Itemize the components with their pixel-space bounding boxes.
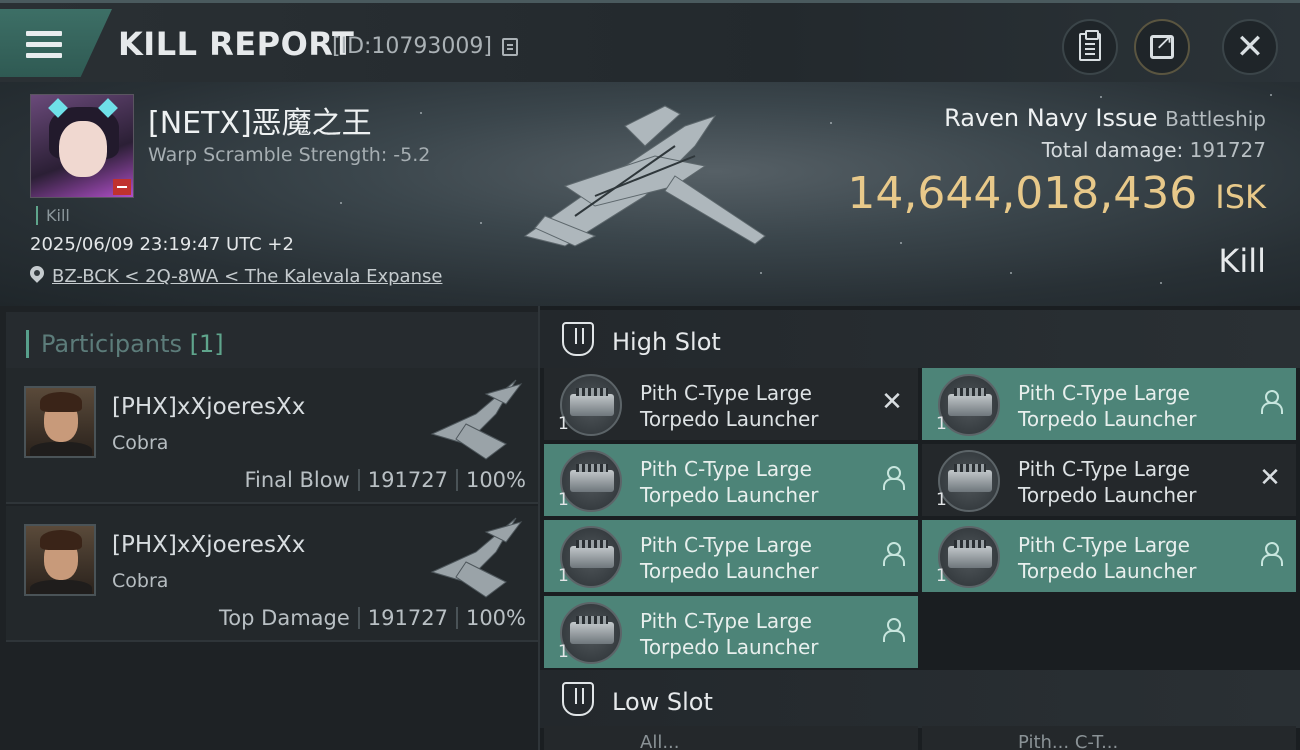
person-icon xyxy=(882,618,905,642)
module-thumbnail xyxy=(938,450,1000,512)
module-thumbnail xyxy=(938,374,1000,436)
module-name: Pith C-Type Large Torpedo Launcher xyxy=(640,533,819,583)
module-thumbnail xyxy=(560,374,622,436)
close-icon: ✕ xyxy=(1235,27,1265,67)
clipboard-icon xyxy=(1079,30,1101,61)
victim-avatar[interactable] xyxy=(30,94,134,198)
x-icon: ✕ xyxy=(1259,463,1281,493)
person-icon xyxy=(1260,542,1283,566)
high-slot-header: High Slot xyxy=(540,310,1300,368)
module-item[interactable]: 1 Pith C-Type Large Torpedo Launcher ✕ xyxy=(544,368,918,440)
module-item[interactable]: 1 Pith C-Type Large Torpedo Launcher ✕ xyxy=(922,444,1296,516)
participants-panel: Participants [1] [PHX]xXjoeresXx Cobra F… xyxy=(0,306,540,750)
module-quantity: 1 xyxy=(558,490,569,510)
module-quantity: 1 xyxy=(936,414,947,434)
kill-report-window: KILL REPORT [ID:10793009] ✕ xyxy=(0,0,1300,750)
total-damage: Total damage: 191727 xyxy=(1041,138,1266,162)
module-item[interactable]: All... xyxy=(544,726,918,750)
participant-portrait xyxy=(24,386,96,458)
participant-row[interactable]: [PHX]xXjoeresXx Cobra Final Blow 191727 10… xyxy=(6,368,538,504)
victim-banner: [NETX]恶魔之王 Warp Scramble Strength: -5.2 … xyxy=(0,82,1300,306)
header-bar: KILL REPORT [ID:10793009] ✕ xyxy=(0,0,1300,82)
participants-label: Participants xyxy=(41,330,182,358)
module-thumbnail xyxy=(560,526,622,588)
report-id: [ID:10793009] xyxy=(332,34,492,59)
kill-datetime: 2025/06/09 23:19:47 UTC +2 xyxy=(30,234,294,255)
shield-slot-icon xyxy=(562,322,594,356)
module-name: Pith C-Type Large Torpedo Launcher xyxy=(1018,457,1197,507)
ship-model-image xyxy=(523,105,766,247)
module-item[interactable]: 1 Pith C-Type Large Torpedo Launcher xyxy=(544,444,918,516)
kill-tag: Kill xyxy=(36,206,70,225)
module-thumbnail xyxy=(938,526,1000,588)
participant-portrait xyxy=(24,524,96,596)
warp-scramble-strength: Warp Scramble Strength: -5.2 xyxy=(148,144,431,166)
person-icon xyxy=(882,466,905,490)
participant-stats: Final Blow 191727 100% xyxy=(244,468,526,492)
participant-name: [PHX]xXjoeresXx xyxy=(112,532,306,558)
minus-badge-icon xyxy=(113,179,131,195)
module-item[interactable]: Pith... C-T... xyxy=(922,726,1296,750)
module-quantity: 1 xyxy=(936,490,947,510)
module-thumbnail xyxy=(560,450,622,512)
fitting-panel: High Slot 1 Pith C-Type Large Torpedo Lau… xyxy=(540,306,1300,750)
x-icon: ✕ xyxy=(881,387,903,417)
module-item[interactable]: 1 Pith C-Type Large Torpedo Launcher xyxy=(922,520,1296,592)
close-button[interactable]: ✕ xyxy=(1222,19,1278,75)
participant-ship-image xyxy=(430,379,523,460)
participant-stats: Top Damage 191727 100% xyxy=(219,606,526,630)
location-pin-icon xyxy=(30,266,44,284)
participant-row[interactable]: [PHX]xXjoeresXx Cobra Top Damage 191727 10… xyxy=(6,506,538,642)
low-slot-header: Low Slot xyxy=(540,670,1300,728)
participant-ship: Cobra xyxy=(112,432,169,454)
module-quantity: 1 xyxy=(558,566,569,586)
copy-icon[interactable] xyxy=(502,38,518,56)
isk-value: 14,644,018,436 ISK xyxy=(847,168,1266,219)
person-icon xyxy=(1260,390,1283,414)
module-name: Pith C-Type Large Torpedo Launcher xyxy=(640,381,819,431)
module-item[interactable]: 1 Pith C-Type Large Torpedo Launcher xyxy=(544,520,918,592)
share-button[interactable] xyxy=(1134,19,1190,75)
module-name: Pith C-Type Large Torpedo Launcher xyxy=(640,609,819,659)
page-title: KILL REPORT xyxy=(118,25,355,63)
person-icon xyxy=(882,542,905,566)
share-icon xyxy=(1150,30,1174,59)
module-name: Pith C-Type Large Torpedo Launcher xyxy=(1018,381,1197,431)
ship-class: Battleship xyxy=(1165,107,1266,131)
participants-header[interactable]: Participants [1] xyxy=(6,312,538,368)
participant-ship-image xyxy=(430,517,523,598)
participant-ship: Cobra xyxy=(112,570,169,592)
low-slot-label: Low Slot xyxy=(612,688,713,716)
high-slot-label: High Slot xyxy=(612,328,721,356)
module-name: Pith C-Type Large Torpedo Launcher xyxy=(1018,533,1197,583)
shield-slot-icon xyxy=(562,682,594,716)
victim-name[interactable]: [NETX]恶魔之王 xyxy=(148,98,372,142)
module-thumbnail xyxy=(560,602,622,664)
result-label: Kill xyxy=(1218,242,1266,280)
module-quantity: 1 xyxy=(558,642,569,662)
module-item[interactable]: 1 Pith C-Type Large Torpedo Launcher xyxy=(922,368,1296,440)
clipboard-button[interactable] xyxy=(1062,19,1118,75)
module-quantity: 1 xyxy=(936,566,947,586)
participants-count: [1] xyxy=(189,330,224,358)
module-item[interactable]: 1 Pith C-Type Large Torpedo Launcher xyxy=(544,596,918,668)
menu-button[interactable] xyxy=(0,9,112,77)
module-name: Pith C-Type Large Torpedo Launcher xyxy=(640,457,819,507)
module-quantity: 1 xyxy=(558,414,569,434)
menu-icon xyxy=(26,31,62,61)
ship-name[interactable]: Raven Navy Issue Battleship xyxy=(944,104,1266,132)
kill-location[interactable]: BZ-BCK < 2Q-8WA < The Kalevala Expanse xyxy=(30,266,442,287)
participant-name: [PHX]xXjoeresXx xyxy=(112,394,306,420)
location-link[interactable]: BZ-BCK < 2Q-8WA < The Kalevala Expanse xyxy=(52,266,442,287)
